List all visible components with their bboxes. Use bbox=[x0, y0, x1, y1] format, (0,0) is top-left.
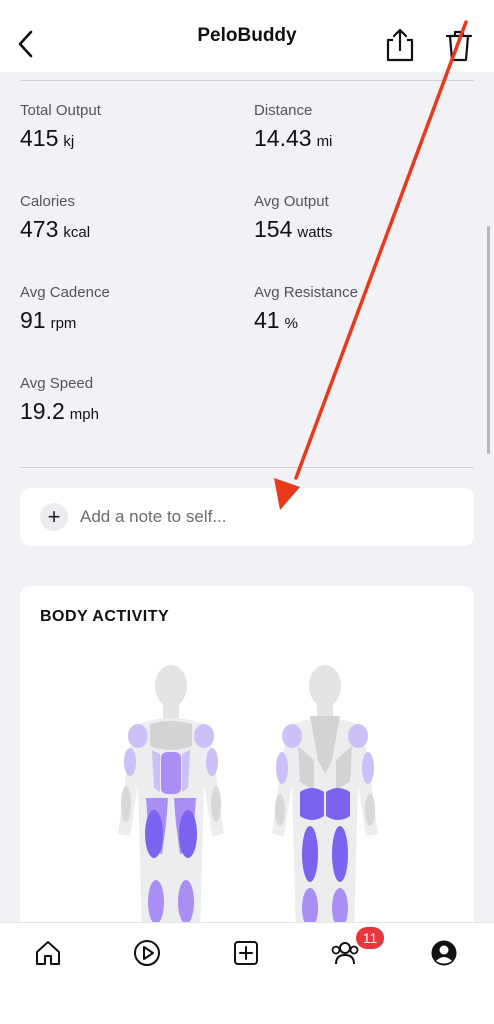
stat-avg-output: Avg Output 154 watts bbox=[254, 193, 332, 243]
body-activity-title: BODY ACTIVITY bbox=[40, 608, 170, 625]
plus-icon: + bbox=[40, 503, 68, 531]
body-front-figure bbox=[118, 665, 224, 922]
share-button[interactable] bbox=[384, 26, 416, 64]
tab-classes[interactable] bbox=[127, 933, 167, 973]
community-badge: 11 bbox=[356, 927, 384, 949]
stat-value: 473 kcal bbox=[20, 216, 91, 242]
stat-distance: Distance 14.43 mi bbox=[254, 102, 332, 152]
tab-bar: 11 bbox=[0, 922, 494, 1024]
tab-profile[interactable] bbox=[424, 933, 464, 973]
tab-add[interactable] bbox=[226, 933, 266, 973]
stat-value: 154 watts bbox=[254, 216, 333, 242]
page-title: PeloBuddy bbox=[197, 25, 297, 46]
stat-label: Avg Resistance bbox=[254, 284, 358, 301]
stats-divider bbox=[20, 467, 474, 468]
stat-avg-cadence: Avg Cadence 91 rpm bbox=[20, 284, 110, 334]
stat-label: Distance bbox=[254, 102, 313, 119]
stat-avg-speed: Avg Speed 19.2 mph bbox=[20, 375, 99, 425]
navigation-bar: PeloBuddy bbox=[0, 0, 494, 72]
add-note-button[interactable]: + Add a note to self... bbox=[20, 488, 474, 546]
tab-home[interactable] bbox=[28, 933, 68, 973]
stat-label: Avg Cadence bbox=[20, 284, 110, 301]
stat-value: 415 kj bbox=[20, 125, 75, 151]
stat-calories: Calories 473 kcal bbox=[20, 193, 90, 243]
stat-value: 19.2 mph bbox=[20, 398, 99, 424]
stat-value: 14.43 mi bbox=[254, 125, 333, 151]
stat-label: Total Output bbox=[20, 102, 101, 119]
body-back-figure bbox=[272, 665, 378, 922]
scrollbar[interactable] bbox=[487, 226, 490, 454]
trash-icon bbox=[445, 30, 473, 62]
plus-square-icon bbox=[234, 941, 258, 965]
stat-label: Avg Output bbox=[254, 193, 329, 210]
stat-value: 91 rpm bbox=[20, 307, 77, 333]
chevron-left-icon bbox=[18, 30, 33, 58]
stat-total-output: Total Output 415 kj bbox=[20, 102, 101, 152]
people-icon bbox=[331, 942, 359, 965]
stat-label: Calories bbox=[20, 193, 76, 210]
stat-avg-resistance: Avg Resistance 41% bbox=[254, 284, 358, 334]
back-button[interactable] bbox=[12, 26, 40, 62]
share-icon bbox=[386, 28, 414, 62]
delete-button[interactable] bbox=[444, 26, 474, 64]
workout-detail-content[interactable]: Total Output 415 kj Distance 14.43 mi Calo… bbox=[0, 72, 494, 922]
stat-value: 41% bbox=[254, 307, 298, 333]
top-divider bbox=[20, 80, 474, 81]
home-icon bbox=[36, 941, 60, 965]
body-activity-card: BODY ACTIVITY bbox=[20, 586, 474, 922]
profile-icon bbox=[431, 940, 457, 966]
stat-label: Avg Speed bbox=[20, 375, 94, 392]
note-placeholder: Add a note to self... bbox=[80, 507, 227, 526]
play-icon bbox=[134, 940, 160, 966]
